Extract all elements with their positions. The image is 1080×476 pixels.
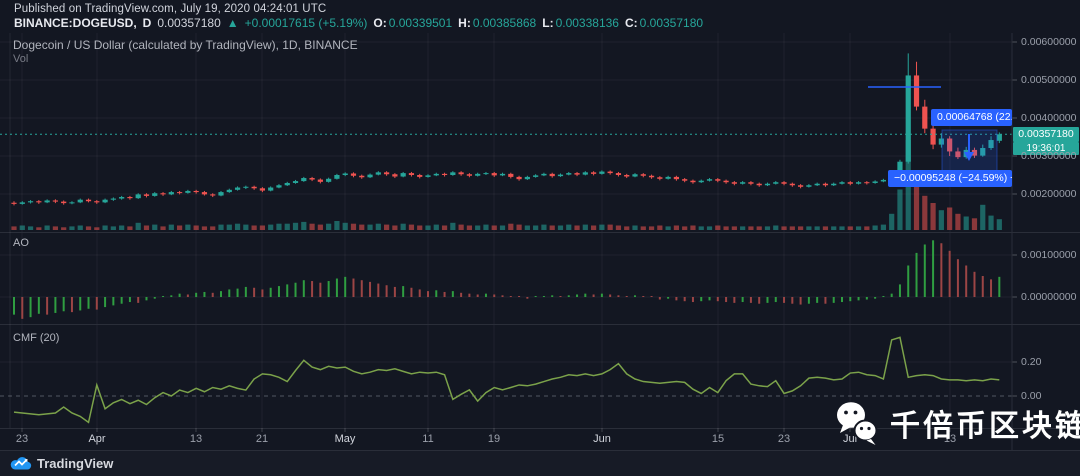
tradingview-logo-icon[interactable]	[10, 456, 32, 471]
measure-range-down-label: −0.00095248 (−24.59%) −952	[888, 170, 1012, 187]
time-scale-label: Apr	[88, 433, 106, 445]
price-scale-label: 0.00300000	[1021, 150, 1077, 162]
price-scale-label: 0.00400000	[1021, 112, 1077, 124]
wechat-icon	[837, 402, 878, 445]
watermark-text: 千倍币区块链	[890, 410, 1080, 443]
tradingview-brand-text[interactable]: TradingView	[37, 456, 113, 471]
cmf-indicator-label: CMF (20)	[13, 332, 60, 344]
time-scale-label: 19	[487, 433, 501, 445]
measure-range-up-label: 0.00064768 (22.10%)	[931, 109, 1012, 126]
price-scale-label: 0.20	[1021, 356, 1042, 368]
time-scale-label: 15	[711, 433, 725, 445]
ao-indicator-label: AO	[13, 237, 29, 249]
chart-title: Dogecoin / US Dollar (calculated by Trad…	[13, 38, 358, 52]
wechat-watermark: 千倍币区块链	[836, 400, 1080, 446]
price-scale-label: 0.00500000	[1021, 74, 1077, 86]
time-scale-label: 13	[189, 433, 203, 445]
time-scale-label: 23	[15, 433, 29, 445]
time-scale-label: May	[334, 433, 356, 445]
price-scale-label: 0.00200000	[1021, 188, 1077, 200]
time-scale-label: 11	[422, 433, 434, 445]
price-scale-label: 0.00100000	[1021, 249, 1077, 261]
footer-bar: TradingView	[0, 450, 1080, 476]
tradingview-published-chart: Published on TradingView.com, July 19, 2…	[0, 0, 1080, 476]
price-scale-label: 0.00600000	[1021, 36, 1077, 48]
time-scale-label: 23	[777, 433, 791, 445]
time-scale-label: 21	[255, 433, 269, 445]
price-scale-label: 0.00000000	[1021, 291, 1077, 303]
time-scale-label: Jun	[593, 433, 611, 445]
volume-indicator-label: Vol	[13, 53, 29, 65]
current-price-badge: 0.00357180	[1013, 127, 1079, 142]
